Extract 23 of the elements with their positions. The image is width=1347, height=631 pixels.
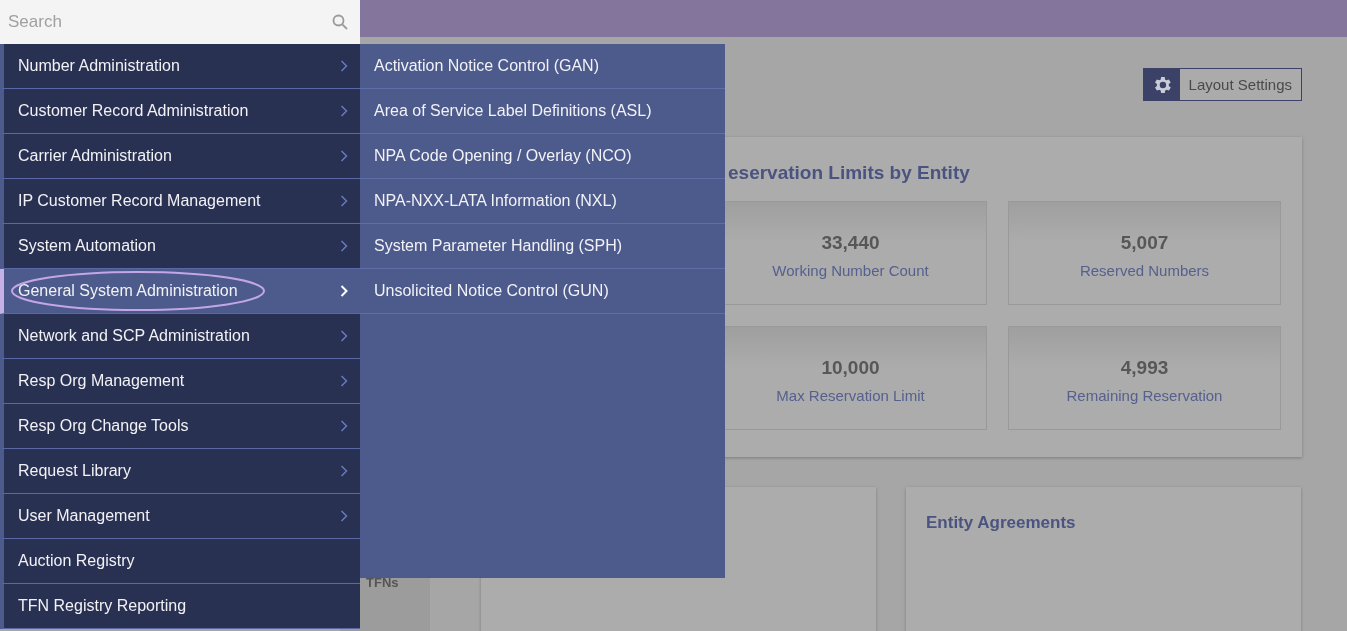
stat-label: Working Number Count (771, 262, 930, 279)
card-text: TFNs (366, 575, 399, 590)
submenu-item[interactable]: NPA Code Opening / Overlay (NCO) (360, 134, 725, 179)
menu-item[interactable]: TFN Registry Reporting (0, 584, 360, 629)
card-title: Entity Agreements (925, 512, 1077, 534)
submenu-item[interactable]: NPA-NXX-LATA Information (NXL) (360, 179, 725, 224)
search-field[interactable]: Search (0, 0, 360, 44)
stat-label: Reserved Numbers (1078, 262, 1211, 279)
submenu-item[interactable]: Unsolicited Notice Control (GUN) (360, 269, 725, 314)
menu-item[interactable]: General System Administration (0, 269, 360, 314)
submenu-item[interactable]: Area of Service Label Definitions (ASL) (360, 89, 725, 134)
stat-label: Max Reservation Limit (775, 387, 926, 404)
stat-value: 4,993 (1119, 357, 1170, 379)
submenu-item[interactable]: Activation Notice Control (GAN) (360, 44, 725, 89)
submenu-item[interactable]: System Parameter Handling (SPH) (360, 224, 725, 269)
stat-value: 5,007 (1119, 232, 1170, 254)
stat-label: Remaining Reservation (1065, 387, 1224, 404)
layout-settings-button[interactable]: Layout Settings (1142, 68, 1302, 101)
stat-value: 10,000 (820, 357, 881, 379)
stat-value: 33,440 (820, 232, 881, 254)
card-title: eservation Limits by Entity (727, 161, 971, 184)
settings-icon (1143, 69, 1180, 100)
search-icon (332, 14, 348, 30)
